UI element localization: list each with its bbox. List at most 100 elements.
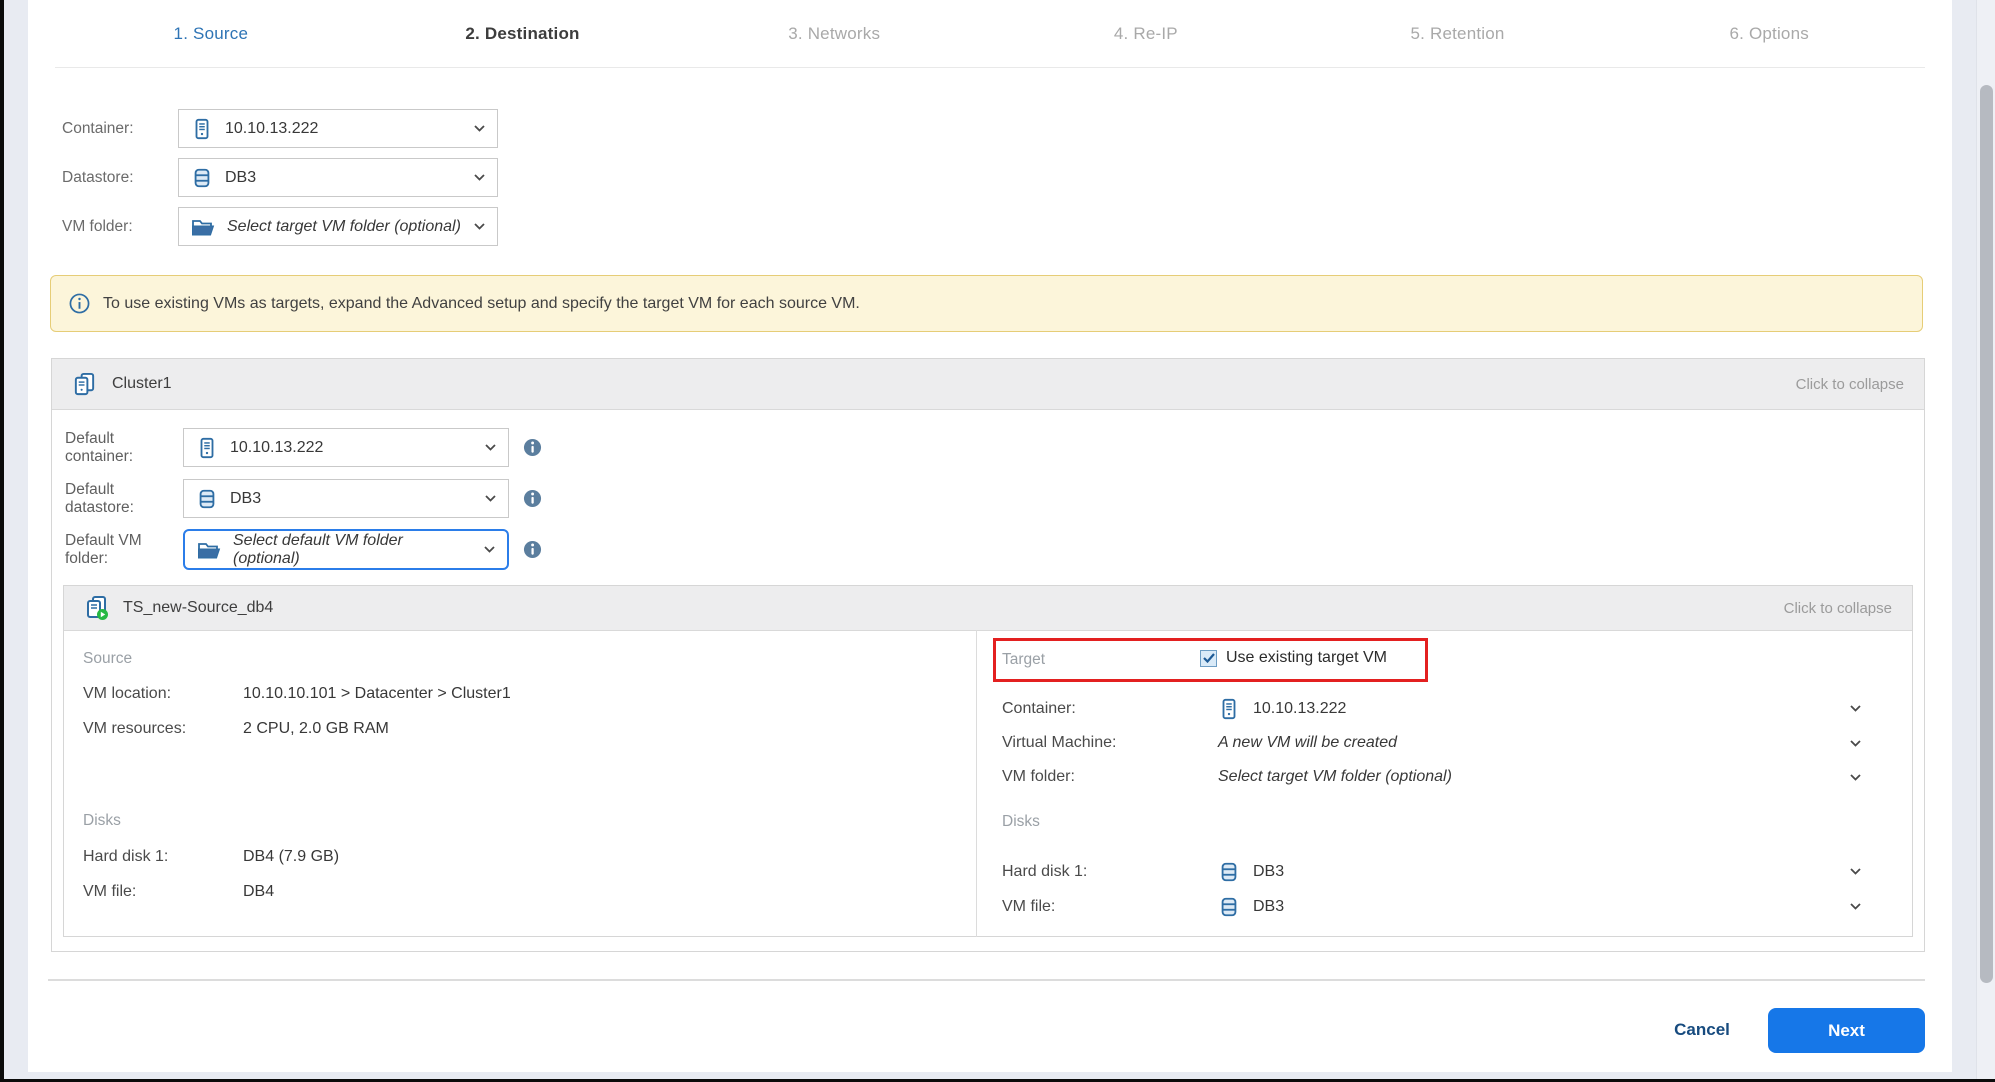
step-destination[interactable]: 2. Destination	[367, 0, 679, 67]
chevron-down-icon[interactable]	[1850, 868, 1861, 875]
vertical-scrollbar[interactable]	[1976, 0, 1995, 1079]
vm-location-row: VM location: 10.10.10.101 > Datacenter >…	[83, 685, 511, 703]
chevron-down-icon	[474, 125, 485, 132]
default-vm-folder-row: Default VM folder: Select default VM fol…	[65, 529, 542, 570]
datastore-icon	[1218, 861, 1240, 883]
next-button[interactable]: Next	[1768, 1008, 1925, 1053]
target-container-value: 10.10.13.222	[1253, 700, 1346, 718]
container-value: 10.10.13.222	[225, 120, 318, 138]
source-vm-file-value: DB4	[243, 883, 274, 901]
datastore-row: Datastore: DB3	[62, 158, 498, 197]
target-hard-disk-label: Hard disk 1:	[1002, 863, 1218, 881]
datastore-icon	[1218, 896, 1240, 918]
destination-wizard-page: 1. Source 2. Destination 3. Networks 4. …	[0, 0, 1995, 1082]
vm-panel: TS_new-Source_db4 Click to collapse	[63, 585, 1913, 937]
page-bottom-margin	[28, 1072, 1952, 1079]
cluster-panel-header[interactable]: Cluster1 Click to collapse	[52, 359, 1924, 410]
chevron-down-icon[interactable]	[1850, 903, 1861, 910]
source-disks-heading: Disks	[83, 812, 121, 830]
vm-panel-header[interactable]: TS_new-Source_db4 Click to collapse	[64, 586, 1912, 631]
chevron-down-icon	[485, 495, 496, 502]
info-icon[interactable]	[523, 438, 542, 457]
chevron-down-icon[interactable]	[1850, 705, 1861, 712]
info-icon[interactable]	[523, 489, 542, 508]
target-vm-folder-label: VM folder:	[1002, 768, 1218, 786]
target-vm-file-value: DB3	[1253, 898, 1284, 916]
chevron-down-icon	[484, 546, 495, 553]
column-divider	[976, 630, 977, 937]
target-container-row: Container: 10.10.13.222	[1002, 698, 1346, 720]
datastore-value: DB3	[225, 169, 256, 187]
vm-collapse-hint[interactable]: Click to collapse	[1784, 600, 1892, 617]
chevron-down-icon[interactable]	[1850, 774, 1861, 781]
vm-resources-row: VM resources: 2 CPU, 2.0 GB RAM	[83, 720, 389, 738]
info-icon[interactable]	[523, 540, 542, 559]
step-options[interactable]: 6. Options	[1613, 0, 1925, 67]
cancel-button[interactable]: Cancel	[1656, 1020, 1748, 1040]
cluster-panel-title: Cluster1	[112, 375, 172, 393]
container-row: Container: 10.10.13.222	[62, 109, 498, 148]
info-banner-text: To use existing VMs as targets, expand t…	[103, 295, 860, 313]
cluster-collapse-hint[interactable]: Click to collapse	[1796, 376, 1904, 393]
target-virtual-machine-row: Virtual Machine: A new VM will be create…	[1002, 734, 1397, 752]
default-container-row: Default container: 10.10.13.222	[65, 428, 542, 467]
vm-resources-value: 2 CPU, 2.0 GB RAM	[243, 720, 389, 738]
use-existing-target-vm-checkbox[interactable]	[1200, 650, 1217, 667]
datastore-icon	[196, 488, 218, 510]
scrollbar-thumb[interactable]	[1980, 85, 1993, 983]
info-icon	[69, 293, 90, 314]
step-networks[interactable]: 3. Networks	[678, 0, 990, 67]
footer-divider	[48, 979, 1925, 981]
folder-icon	[197, 540, 221, 560]
step-source[interactable]: 1. Source	[55, 0, 367, 67]
default-container-label: Default container:	[65, 430, 183, 466]
default-datastore-row: Default datastore: DB3	[65, 479, 542, 518]
chevron-down-icon	[485, 444, 496, 451]
target-virtual-machine-value: A new VM will be created	[1218, 734, 1397, 752]
target-hard-disk-value: DB3	[1253, 863, 1284, 881]
source-hard-disk-value: DB4 (7.9 GB)	[243, 848, 339, 866]
default-vm-folder-dropdown[interactable]: Select default VM folder (optional)	[183, 529, 509, 570]
default-container-dropdown[interactable]: 10.10.13.222	[183, 428, 509, 467]
source-vm-file-label: VM file:	[83, 883, 243, 901]
datastore-label: Datastore:	[62, 169, 178, 187]
target-heading: Target	[1002, 651, 1045, 669]
vm-folder-placeholder: Select target VM folder (optional)	[227, 218, 461, 236]
vm-panel-title: TS_new-Source_db4	[123, 599, 273, 617]
page-left-margin	[4, 0, 28, 1079]
target-vm-folder-placeholder: Select target VM folder (optional)	[1218, 768, 1452, 786]
target-virtual-machine-label: Virtual Machine:	[1002, 734, 1218, 752]
target-vm-file-row: VM file: DB3	[1002, 896, 1284, 918]
use-existing-target-vm-label[interactable]: Use existing target VM	[1226, 649, 1387, 667]
datastore-icon	[191, 167, 213, 189]
vm-running-icon	[84, 595, 110, 621]
vm-location-value: 10.10.10.101 > Datacenter > Cluster1	[243, 685, 511, 703]
default-vm-folder-label: Default VM folder:	[65, 532, 183, 568]
default-datastore-value: DB3	[230, 490, 261, 508]
vm-resources-label: VM resources:	[83, 720, 243, 738]
host-icon	[191, 118, 213, 140]
target-container-label: Container:	[1002, 700, 1218, 718]
source-vm-file-row: VM file: DB4	[83, 883, 274, 901]
use-existing-target-vm-row: Use existing target VM	[1200, 649, 1387, 667]
step-retention[interactable]: 5. Retention	[1302, 0, 1614, 67]
datastore-dropdown[interactable]: DB3	[178, 158, 498, 197]
info-banner: To use existing VMs as targets, expand t…	[50, 275, 1923, 332]
target-vm-file-label: VM file:	[1002, 898, 1218, 916]
wizard-stepper: 1. Source 2. Destination 3. Networks 4. …	[55, 0, 1925, 68]
target-hard-disk-row: Hard disk 1: DB3	[1002, 861, 1284, 883]
default-datastore-dropdown[interactable]: DB3	[183, 479, 509, 518]
source-heading: Source	[83, 650, 132, 668]
source-hard-disk-row: Hard disk 1: DB4 (7.9 GB)	[83, 848, 339, 866]
chevron-down-icon[interactable]	[1850, 740, 1861, 747]
folder-icon	[191, 217, 215, 237]
wizard-content: 1. Source 2. Destination 3. Networks 4. …	[28, 0, 1952, 1072]
cluster-icon	[72, 372, 97, 397]
container-dropdown[interactable]: 10.10.13.222	[178, 109, 498, 148]
chevron-down-icon	[474, 223, 485, 230]
step-re-ip[interactable]: 4. Re-IP	[990, 0, 1302, 67]
source-hard-disk-label: Hard disk 1:	[83, 848, 243, 866]
vm-folder-dropdown[interactable]: Select target VM folder (optional)	[178, 207, 498, 246]
chevron-down-icon	[474, 174, 485, 181]
vm-location-label: VM location:	[83, 685, 243, 703]
